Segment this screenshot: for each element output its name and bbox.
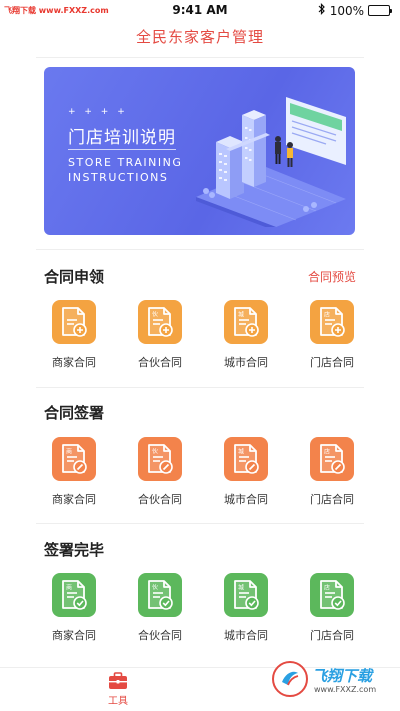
banner-decor: + + + + xyxy=(68,107,128,117)
contract-item[interactable]: 商商家合同 xyxy=(33,573,115,643)
training-banner[interactable]: + + + + 门店培训说明 STORE TRAINING INSTRUCTIO… xyxy=(44,67,355,235)
page-title: 全民东家客户管理 xyxy=(135,28,264,46)
banner-subtitle-line2: INSTRUCTIONS xyxy=(68,171,169,184)
contract-item-label: 商家合同 xyxy=(52,493,96,506)
section-title-apply: 合同申领 xyxy=(44,268,105,286)
icon-glyph: 城 xyxy=(238,449,244,456)
watermark-logo xyxy=(272,661,308,697)
section-title-completed: 签署完毕 xyxy=(44,541,105,559)
icon-glyph: 店 xyxy=(324,311,330,319)
status-bar: 飞翔下载 www.FXXZ.com 9:41 AM 100% xyxy=(0,0,400,20)
battery-percent: 100% xyxy=(329,3,364,18)
watermark-url: www.FXXZ.com xyxy=(314,685,377,694)
contract-item-label: 城市合同 xyxy=(224,356,268,369)
banner-rule xyxy=(68,149,176,150)
sign-grid: 商商家合同伙合伙合同城城市合同店门店合同 xyxy=(33,437,373,507)
contract-item[interactable]: 伙合伙合同 xyxy=(119,300,201,370)
tab-tools-label: 工具 xyxy=(108,696,128,707)
contract-preview-link[interactable]: 合同预览 xyxy=(308,268,356,285)
contract-item-label: 门店合同 xyxy=(310,629,354,642)
contract-item[interactable]: 店门店合同 xyxy=(291,300,373,370)
section-divider xyxy=(36,249,364,250)
contract-item[interactable]: 伙合伙合同 xyxy=(119,437,201,507)
contract-item[interactable]: 店门店合同 xyxy=(291,437,373,507)
icon-glyph: 商 xyxy=(66,448,72,456)
contract-document-icon: 商 xyxy=(52,573,96,617)
icon-glyph: 城 xyxy=(238,312,244,319)
section-divider xyxy=(36,523,364,524)
banner-subtitle-line1: STORE TRAINING xyxy=(68,156,183,169)
contract-item[interactable]: 商家合同 xyxy=(33,300,115,370)
contract-item[interactable]: 城城市合同 xyxy=(205,573,287,643)
contract-document-icon: 店 xyxy=(310,437,354,481)
watermark-badge: 飞翔下载 www.FXXZ.com xyxy=(268,661,398,711)
contract-document-icon: 店 xyxy=(310,300,354,344)
contract-document-icon xyxy=(52,300,96,344)
contract-item-label: 门店合同 xyxy=(310,493,354,506)
contract-document-icon: 伙 xyxy=(138,300,182,344)
icon-glyph: 伙 xyxy=(152,312,158,319)
briefcase-icon xyxy=(109,672,127,689)
status-right: 100% xyxy=(318,3,392,18)
contract-document-icon: 城 xyxy=(224,437,268,481)
contract-item-label: 城市合同 xyxy=(224,493,268,506)
contract-item-label: 合伙合同 xyxy=(138,493,182,506)
icon-glyph: 伙 xyxy=(152,585,158,592)
contract-item-label: 合伙合同 xyxy=(138,629,182,642)
contract-item[interactable]: 城城市合同 xyxy=(205,300,287,370)
completed-grid: 商商家合同伙合伙合同城城市合同店门店合同 xyxy=(33,573,373,643)
contract-item[interactable]: 伙合伙合同 xyxy=(119,573,201,643)
contract-document-icon: 城 xyxy=(224,573,268,617)
contract-item-label: 商家合同 xyxy=(52,356,96,369)
watermark-brand: 飞翔下载 xyxy=(312,667,373,685)
contract-item-label: 门店合同 xyxy=(310,356,354,369)
icon-glyph: 店 xyxy=(324,584,330,592)
contract-item-label: 合伙合同 xyxy=(138,356,182,369)
icon-glyph: 伙 xyxy=(152,449,158,456)
battery-icon xyxy=(368,5,392,16)
banner-title: 门店培训说明 xyxy=(68,128,176,148)
contract-document-icon: 城 xyxy=(224,300,268,344)
tab-tools[interactable]: 工具 xyxy=(98,672,138,707)
contract-item-label: 城市合同 xyxy=(224,629,268,642)
header-divider xyxy=(36,57,364,58)
apply-grid: 商家合同伙合伙合同城城市合同店门店合同 xyxy=(33,300,373,370)
icon-glyph: 商 xyxy=(66,584,72,592)
section-divider xyxy=(36,387,364,388)
contract-item[interactable]: 店门店合同 xyxy=(291,573,373,643)
section-title-sign: 合同签署 xyxy=(44,404,105,422)
icon-glyph: 城 xyxy=(238,585,244,592)
contract-document-icon: 伙 xyxy=(138,573,182,617)
city-illustration xyxy=(196,97,346,227)
contract-item[interactable]: 城城市合同 xyxy=(205,437,287,507)
contract-document-icon: 商 xyxy=(52,437,96,481)
contract-item[interactable]: 商商家合同 xyxy=(33,437,115,507)
contract-document-icon: 伙 xyxy=(138,437,182,481)
contract-item-label: 商家合同 xyxy=(52,629,96,642)
bluetooth-icon xyxy=(318,3,326,18)
contract-document-icon: 店 xyxy=(310,573,354,617)
icon-glyph: 店 xyxy=(324,448,330,456)
